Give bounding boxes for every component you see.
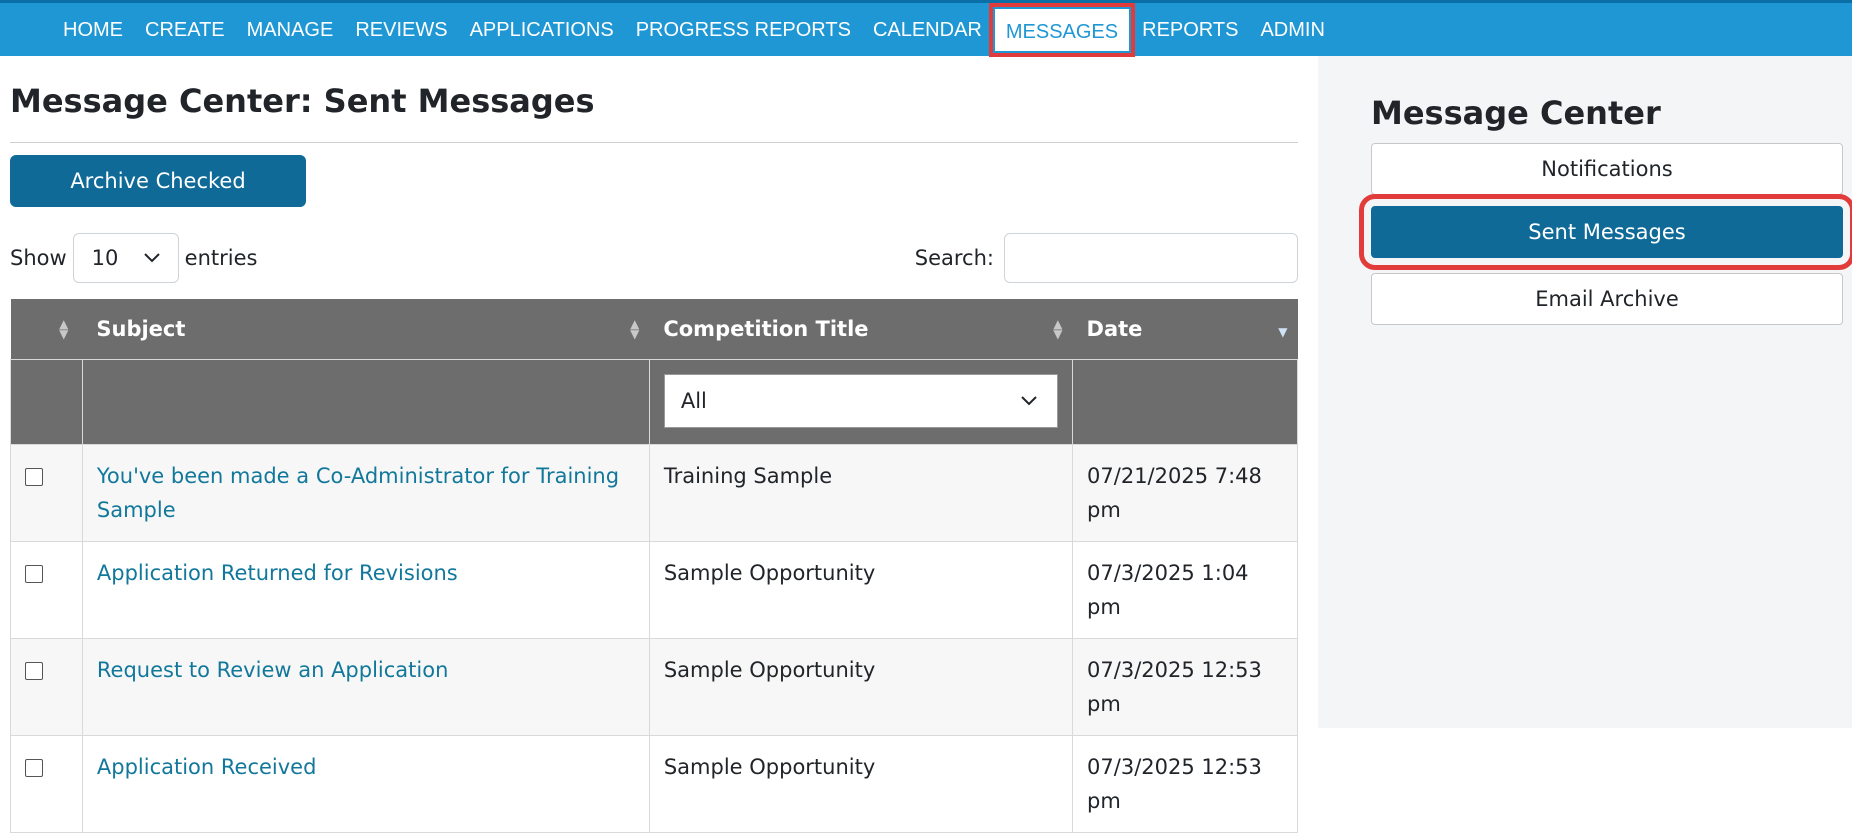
sort-icon: ▲ ▼ bbox=[1053, 317, 1063, 341]
competition-filter-cell: All bbox=[648, 358, 1074, 445]
filter-cell bbox=[81, 358, 650, 445]
sidebar-title: Message Center bbox=[1371, 94, 1661, 132]
title-divider bbox=[10, 142, 1298, 143]
row-checkbox[interactable] bbox=[25, 467, 43, 486]
filter-cell bbox=[1072, 358, 1298, 445]
subject-cell: Request to Review an Application bbox=[81, 637, 650, 736]
select-column-header[interactable]: ▲ ▼ bbox=[10, 299, 83, 359]
subject-cell: Application Returned for Revisions bbox=[81, 540, 650, 639]
date-header-label: Date bbox=[1086, 316, 1143, 341]
sort-icon: ▲ ▼ bbox=[59, 317, 69, 341]
nav-manage[interactable]: MANAGE bbox=[236, 10, 345, 50]
main-nav: HOME CREATE MANAGE REVIEWS APPLICATIONS … bbox=[52, 2, 1336, 57]
message-center-sidebar: Message Center Notifications Sent Messag… bbox=[1318, 56, 1852, 728]
competition-cell: Sample Opportunity bbox=[648, 637, 1074, 736]
table-row: Application Received Sample Opportunity … bbox=[10, 734, 1298, 833]
subject-cell: You've been made a Co-Administrator for … bbox=[81, 443, 650, 542]
filter-cell bbox=[10, 358, 83, 445]
date-cell: 07/3/2025 12:53 pm bbox=[1072, 734, 1298, 833]
row-checkbox[interactable] bbox=[25, 758, 43, 777]
table-row: Request to Review an Application Sample … bbox=[10, 637, 1298, 736]
sort-icon: ▲ ▼ bbox=[630, 317, 640, 341]
row-checkbox[interactable] bbox=[25, 564, 43, 583]
archive-checked-button[interactable]: Archive Checked bbox=[10, 155, 306, 207]
email-archive-button[interactable]: Email Archive bbox=[1371, 273, 1843, 325]
subject-link[interactable]: Application Returned for Revisions bbox=[97, 561, 458, 585]
chevron-down-icon bbox=[143, 253, 160, 263]
nav-calendar[interactable]: CALENDAR bbox=[862, 10, 993, 50]
main-content: Message Center: Sent Messages Archive Ch… bbox=[10, 56, 1298, 833]
entries-label: entries bbox=[184, 246, 258, 270]
nav-progress-reports[interactable]: PROGRESS REPORTS bbox=[625, 10, 862, 50]
subject-cell: Application Received bbox=[81, 734, 650, 833]
sort-desc-icon: ▼ bbox=[1278, 325, 1288, 339]
page-length-control: Show 10 entries bbox=[10, 232, 257, 284]
competition-filter-value: All bbox=[680, 388, 707, 413]
nav-home[interactable]: HOME bbox=[52, 10, 134, 50]
competition-header-label: Competition Title bbox=[663, 316, 869, 341]
competition-cell: Training Sample bbox=[648, 443, 1074, 542]
table-row: You've been made a Co-Administrator for … bbox=[10, 443, 1298, 542]
nav-create[interactable]: CREATE bbox=[134, 10, 236, 50]
search-input[interactable] bbox=[1004, 233, 1298, 283]
date-cell: 07/21/2025 7:48 pm bbox=[1072, 443, 1298, 542]
chevron-down-icon bbox=[1021, 395, 1037, 405]
sent-messages-button[interactable]: Sent Messages bbox=[1359, 194, 1852, 270]
subject-link[interactable]: Request to Review an Application bbox=[97, 658, 449, 682]
row-checkbox-cell bbox=[10, 443, 83, 542]
nav-applications[interactable]: APPLICATIONS bbox=[459, 10, 625, 50]
row-checkbox-cell bbox=[10, 637, 83, 736]
date-column-header[interactable]: Date ▼ bbox=[1072, 299, 1298, 359]
nav-messages[interactable]: MESSAGES bbox=[988, 2, 1136, 57]
notifications-button[interactable]: Notifications bbox=[1371, 143, 1843, 195]
competition-filter-select[interactable]: All bbox=[663, 373, 1059, 428]
nav-reviews[interactable]: REVIEWS bbox=[344, 10, 458, 50]
row-checkbox[interactable] bbox=[25, 661, 43, 680]
row-checkbox-cell bbox=[10, 540, 83, 639]
table-row: Application Returned for Revisions Sampl… bbox=[10, 540, 1298, 639]
sent-messages-table: ▲ ▼ Subject ▲ ▼ Competition Title ▲ ▼ Date … bbox=[10, 299, 1298, 833]
page-title: Message Center: Sent Messages bbox=[10, 82, 595, 120]
subject-link[interactable]: You've been made a Co-Administrator for … bbox=[97, 464, 619, 522]
top-navbar: HOME CREATE MANAGE REVIEWS APPLICATIONS … bbox=[0, 0, 1852, 57]
entries-per-page-select[interactable]: 10 bbox=[72, 233, 179, 283]
competition-cell: Sample Opportunity bbox=[648, 540, 1074, 639]
subject-header-label: Subject bbox=[96, 316, 186, 341]
search-label: Search: bbox=[914, 246, 994, 270]
show-label: Show bbox=[10, 246, 67, 270]
date-cell: 07/3/2025 12:53 pm bbox=[1072, 637, 1298, 736]
nav-reports[interactable]: REPORTS bbox=[1131, 10, 1249, 50]
table-search: Search: bbox=[915, 232, 1298, 284]
competition-column-header[interactable]: Competition Title ▲ ▼ bbox=[649, 299, 1073, 359]
competition-cell: Sample Opportunity bbox=[648, 734, 1074, 833]
subject-link[interactable]: Application Received bbox=[97, 755, 317, 779]
row-checkbox-cell bbox=[10, 734, 83, 833]
entries-per-page-value: 10 bbox=[91, 246, 119, 270]
date-cell: 07/3/2025 1:04 pm bbox=[1072, 540, 1298, 639]
nav-admin[interactable]: ADMIN bbox=[1249, 10, 1335, 50]
subject-column-header[interactable]: Subject ▲ ▼ bbox=[82, 299, 650, 359]
